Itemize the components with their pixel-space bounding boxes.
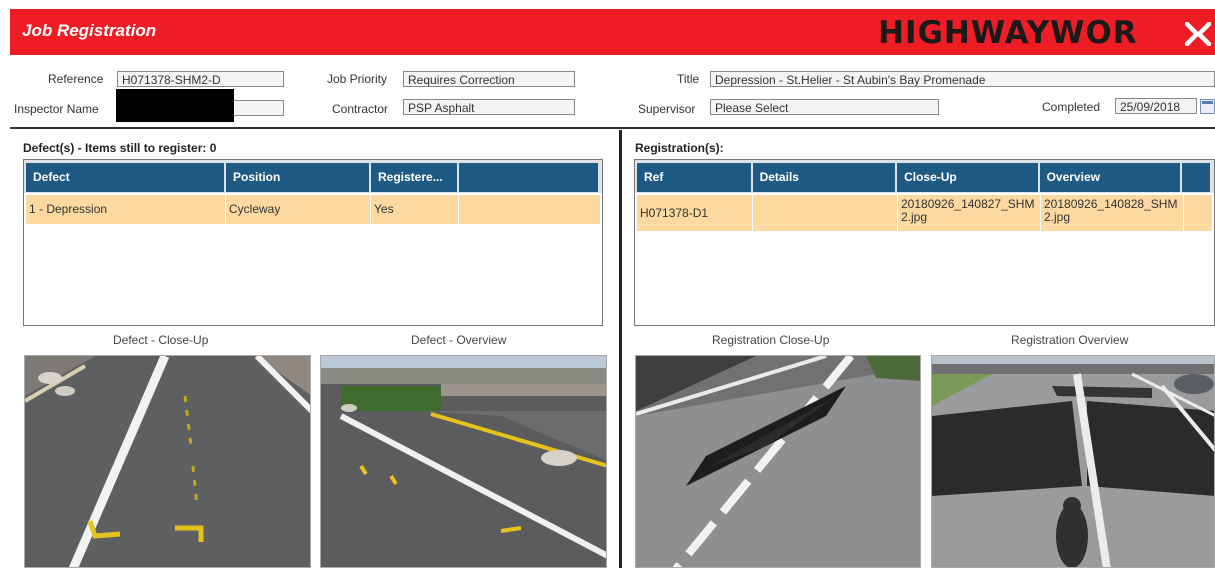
cell-blank [459,195,600,224]
column-header-details[interactable]: Details [752,163,898,192]
column-header-registered[interactable]: Registere... [371,163,459,192]
cell-details [753,195,898,231]
job-priority-field[interactable]: Requires Correction [403,71,575,87]
calendar-icon[interactable] [1200,99,1215,114]
job-priority-label: Job Priority [327,72,388,86]
reference-label: Reference [48,72,104,86]
reference-field[interactable]: H071378-SHM2-D [117,71,284,87]
registrations-section-title: Registration(s): [635,141,724,155]
supervisor-label: Supervisor [638,102,696,116]
header-bar: Job Registration HIGHWAYWOR [10,9,1215,55]
inspector-name-label: Inspector Name [14,102,99,116]
cell-blank [1184,195,1212,231]
column-header-blank[interactable] [1182,163,1212,192]
defect-overview-caption: Defect - Overview [411,333,507,347]
column-header-blank[interactable] [459,163,600,192]
section-divider [10,127,1215,129]
logo-mark-icon [1185,22,1211,46]
registration-closeup-photo[interactable] [635,355,921,568]
column-header-ref[interactable]: Ref [637,163,753,192]
company-logo-text: HIGHWAYWOR [878,15,1138,51]
completed-date-field[interactable]: 25/09/2018 [1115,98,1197,114]
registration-closeup-caption: Registration Close-Up [712,333,830,347]
registrations-table-header: Ref Details Close-Up Overview [635,160,1214,193]
defect-closeup-photo[interactable] [24,355,311,568]
defects-table: Defect Position Registere... 1 - Depress… [23,159,603,326]
defects-section-title: Defect(s) - Items still to register: 0 [23,141,217,155]
redaction-box [116,89,234,122]
column-header-defect[interactable]: Defect [26,163,226,192]
page-title: Job Registration [22,21,157,40]
defect-overview-photo[interactable] [320,355,607,568]
table-row[interactable]: H071378-D1 20180926_140827_SHM2.jpg 2018… [637,195,1212,231]
cell-closeup-file: 20180926_140827_SHM2.jpg [898,195,1041,231]
registration-overview-photo[interactable] [931,355,1215,568]
defect-closeup-caption: Defect - Close-Up [113,333,209,347]
cell-registered: Yes [371,195,459,224]
title-field[interactable]: Depression - St.Helier - St Aubin's Bay … [710,71,1215,87]
registration-overview-caption: Registration Overview [1011,333,1129,347]
cell-defect: 1 - Depression [26,195,226,224]
contractor-label: Contractor [332,102,389,116]
supervisor-select[interactable]: Please Select [710,99,939,115]
defects-table-header: Defect Position Registere... [24,160,602,193]
contractor-field[interactable]: PSP Asphalt [403,99,575,115]
cell-overview-file: 20180926_140828_SHM2.jpg [1041,195,1184,231]
title-label: Title [677,72,700,86]
column-header-overview[interactable]: Overview [1039,163,1183,192]
table-row[interactable]: 1 - Depression Cycleway Yes [26,195,600,224]
column-divider [619,130,622,568]
cell-position: Cycleway [226,195,371,224]
column-header-position[interactable]: Position [226,163,371,192]
cell-ref: H071378-D1 [637,195,753,231]
registrations-table: Ref Details Close-Up Overview H071378-D1… [634,159,1215,326]
completed-label: Completed [1042,100,1101,114]
column-header-closeup[interactable]: Close-Up [897,163,1040,192]
